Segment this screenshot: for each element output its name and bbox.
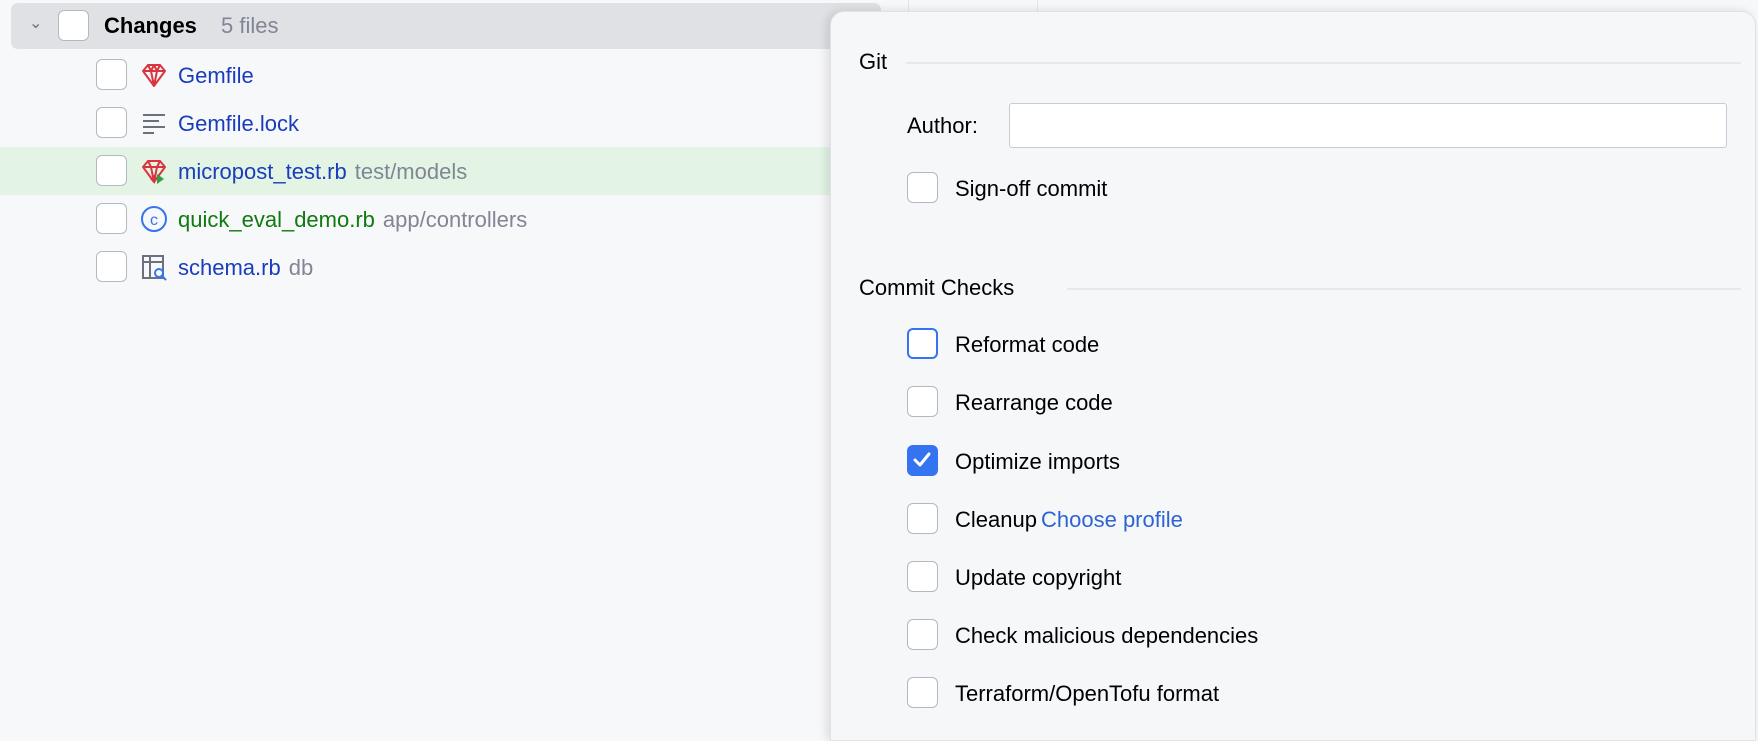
changes-title: Changes <box>104 13 197 38</box>
check-terraform-opentofu-format[interactable]: Terraform/OpenTofu format <box>907 677 1607 711</box>
file-checkbox[interactable] <box>96 203 127 234</box>
checkbox[interactable] <box>907 561 938 592</box>
checkbox[interactable] <box>907 445 938 476</box>
file-row-quick-eval-demo[interactable]: c quick_eval_demo.rb app/controllers <box>0 195 830 243</box>
signoff-commit-checkbox[interactable]: Sign-off commit <box>907 172 1607 206</box>
section-commit-checks-title: Commit Checks <box>859 275 1015 300</box>
file-name: Gemfile.lock <box>178 111 300 136</box>
signoff-label: Sign-off commit <box>955 176 1108 201</box>
section-git-title: Git <box>859 49 888 74</box>
check-optimize-imports[interactable]: Optimize imports <box>907 445 1607 479</box>
changes-group-checkbox[interactable] <box>58 10 89 41</box>
changes-group-header[interactable]: ⌄ Changes 5 files <box>11 3 881 49</box>
ruby-gem-icon <box>142 64 166 87</box>
check-check-malicious-dependencies[interactable]: Check malicious dependencies <box>907 619 1607 653</box>
file-row-gemfile[interactable]: Gemfile <box>0 51 830 99</box>
file-name: schema.rb <box>178 255 281 280</box>
file-checkbox[interactable] <box>96 107 127 138</box>
file-name: micropost_test.rb <box>178 159 347 184</box>
checkbox[interactable] <box>907 328 938 359</box>
text-file-icon <box>143 114 165 134</box>
check-rearrange-code[interactable]: Rearrange code <box>907 386 1607 420</box>
checkbox[interactable] <box>907 172 938 203</box>
check-cleanup[interactable]: Cleanup Choose profile <box>907 503 1607 537</box>
check-label: Check malicious dependencies <box>955 623 1259 648</box>
separator <box>1067 288 1741 290</box>
changes-count: 5 files <box>221 13 279 38</box>
ruby-test-icon <box>142 160 166 184</box>
file-path: test/models <box>354 159 468 184</box>
check-reformat-code[interactable]: Reformat code <box>907 328 1607 362</box>
file-checkbox[interactable] <box>96 59 127 90</box>
class-icon: c <box>141 206 167 232</box>
author-input[interactable] <box>1009 103 1727 148</box>
file-row-gemfile-lock[interactable]: Gemfile.lock <box>0 99 830 147</box>
check-label: Cleanup <box>955 507 1037 532</box>
db-schema-icon <box>142 255 167 281</box>
checkbox[interactable] <box>907 503 938 534</box>
file-name: quick_eval_demo.rb <box>178 207 375 232</box>
file-path: app/controllers <box>382 207 528 232</box>
file-row-schema[interactable]: schema.rb db <box>0 243 830 291</box>
separator <box>906 62 1741 64</box>
checkbox[interactable] <box>907 386 938 417</box>
chevron-down-icon[interactable]: ⌄ <box>29 13 42 33</box>
check-label: Optimize imports <box>955 449 1121 474</box>
commit-options-popup: Git Author: Sign-off commit Commit Check… <box>830 11 1756 741</box>
author-label: Author: <box>907 113 978 138</box>
check-label: Rearrange code <box>955 390 1113 415</box>
checkmark-icon <box>913 452 931 467</box>
check-label: Reformat code <box>955 332 1100 357</box>
checkbox[interactable] <box>907 619 938 650</box>
file-path: db <box>288 255 314 280</box>
check-update-copyright[interactable]: Update copyright <box>907 561 1607 595</box>
file-checkbox[interactable] <box>96 251 127 282</box>
file-row-micropost-test[interactable]: micropost_test.rb test/models <box>0 147 830 195</box>
check-label: Update copyright <box>955 565 1122 590</box>
file-name: Gemfile <box>178 63 254 88</box>
svg-text:c: c <box>150 212 158 229</box>
check-label: Terraform/OpenTofu format <box>955 681 1220 706</box>
choose-profile-link[interactable]: Choose profile <box>1041 507 1183 533</box>
file-checkbox[interactable] <box>96 155 127 186</box>
checkbox[interactable] <box>907 677 938 708</box>
